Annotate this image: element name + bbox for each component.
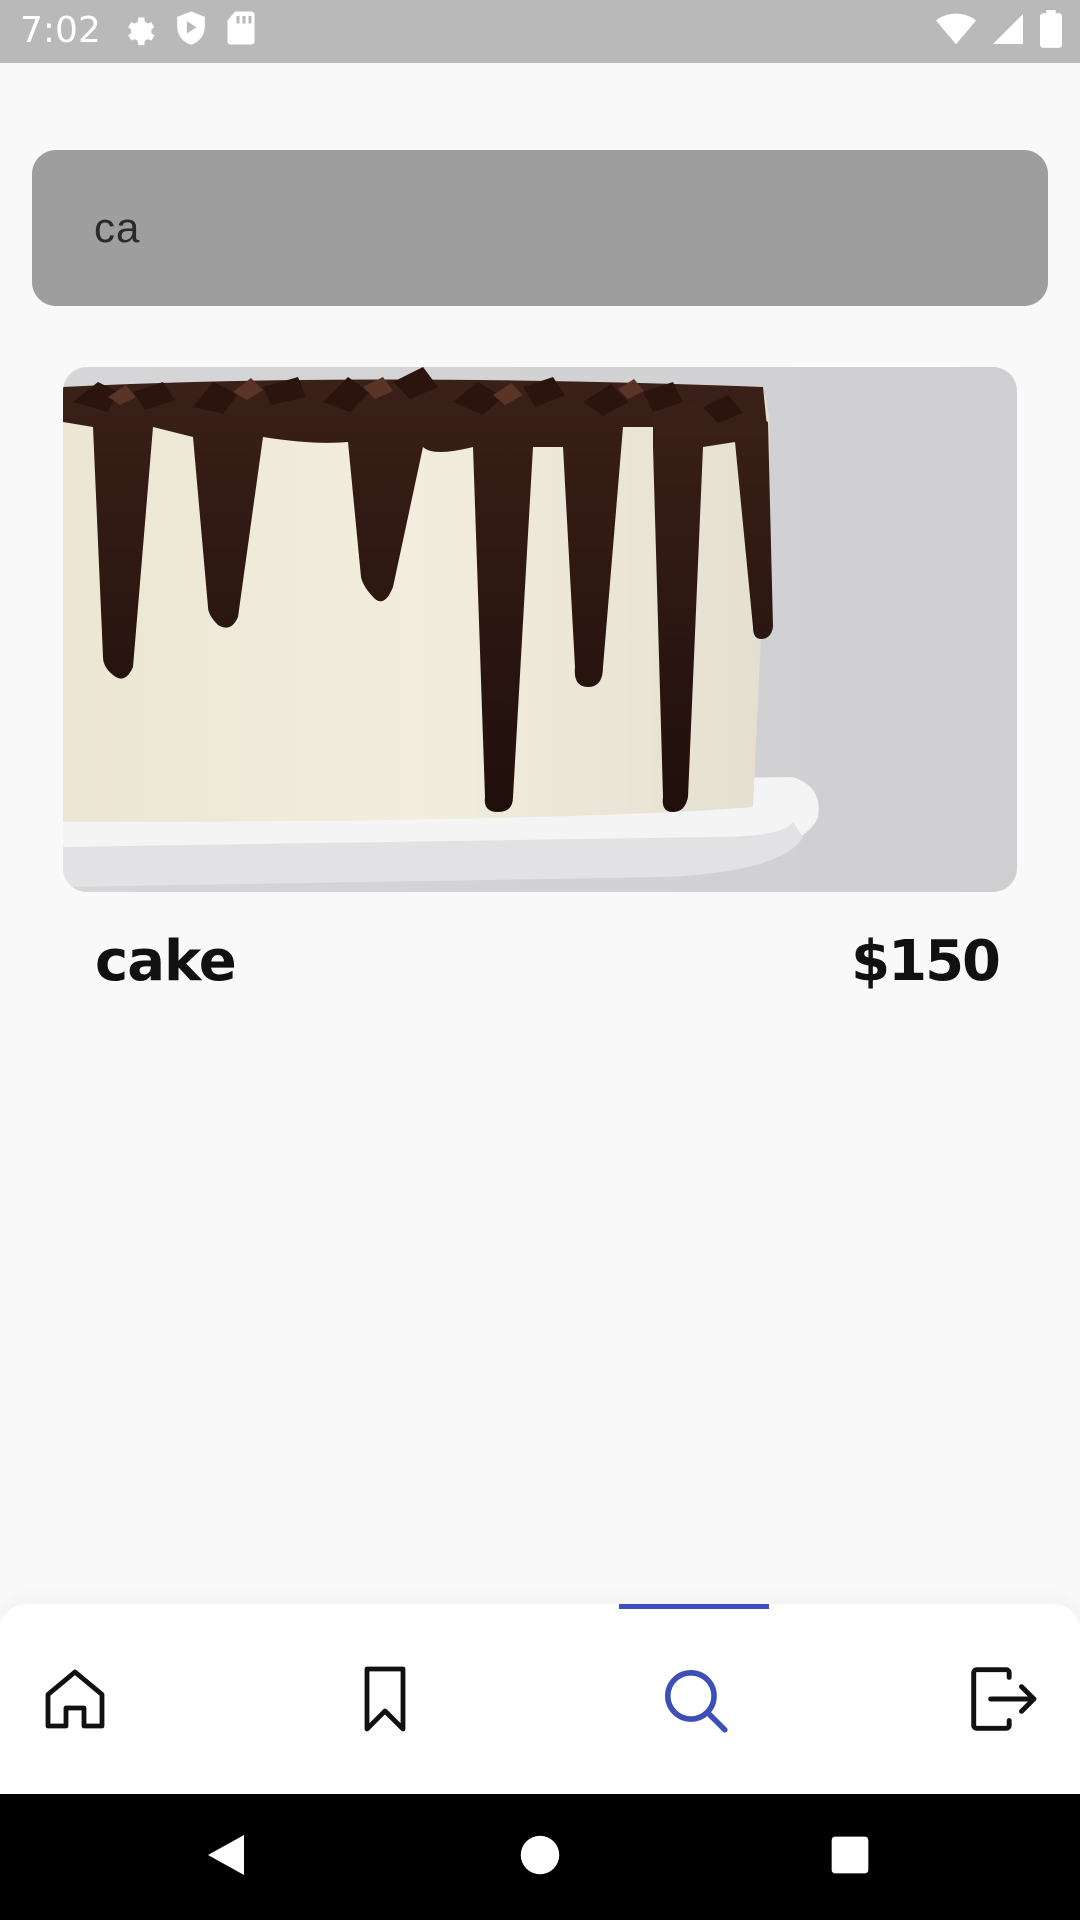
shield-icon <box>174 10 208 46</box>
status-time: 7:02 <box>20 10 101 51</box>
product-price: $150 <box>851 929 1001 994</box>
home-icon <box>39 1663 111 1735</box>
nav-home[interactable] <box>0 1604 150 1794</box>
back-button[interactable] <box>166 1794 286 1920</box>
nav-search[interactable] <box>619 1604 769 1794</box>
product-name[interactable]: cake <box>95 929 237 994</box>
status-left-icons <box>120 10 256 46</box>
search-box[interactable] <box>32 150 1048 306</box>
battery-icon <box>1040 10 1062 48</box>
product-card[interactable]: cake $150 <box>63 367 1017 994</box>
home-circle-icon <box>519 1834 561 1880</box>
recents-icon <box>830 1835 870 1879</box>
status-right-icons <box>936 10 1062 48</box>
status-bar: 7:02 <box>0 0 1080 63</box>
active-tab-indicator <box>619 1604 769 1609</box>
back-icon <box>204 1831 248 1883</box>
bottom-nav <box>0 1604 1080 1794</box>
wifi-icon <box>936 11 976 47</box>
system-nav-bar <box>0 1794 1080 1920</box>
nav-logout[interactable] <box>928 1604 1078 1794</box>
sd-card-icon <box>226 10 256 46</box>
product-image[interactable] <box>63 367 1017 892</box>
logout-icon <box>966 1662 1040 1736</box>
cell-signal-icon <box>990 11 1026 47</box>
search-icon <box>657 1662 731 1736</box>
nav-bookmarks[interactable] <box>310 1604 460 1794</box>
home-button[interactable] <box>480 1794 600 1920</box>
recents-button[interactable] <box>790 1794 910 1920</box>
search-input[interactable] <box>94 150 994 306</box>
bookmark-icon <box>349 1663 421 1735</box>
gear-icon <box>120 10 156 46</box>
